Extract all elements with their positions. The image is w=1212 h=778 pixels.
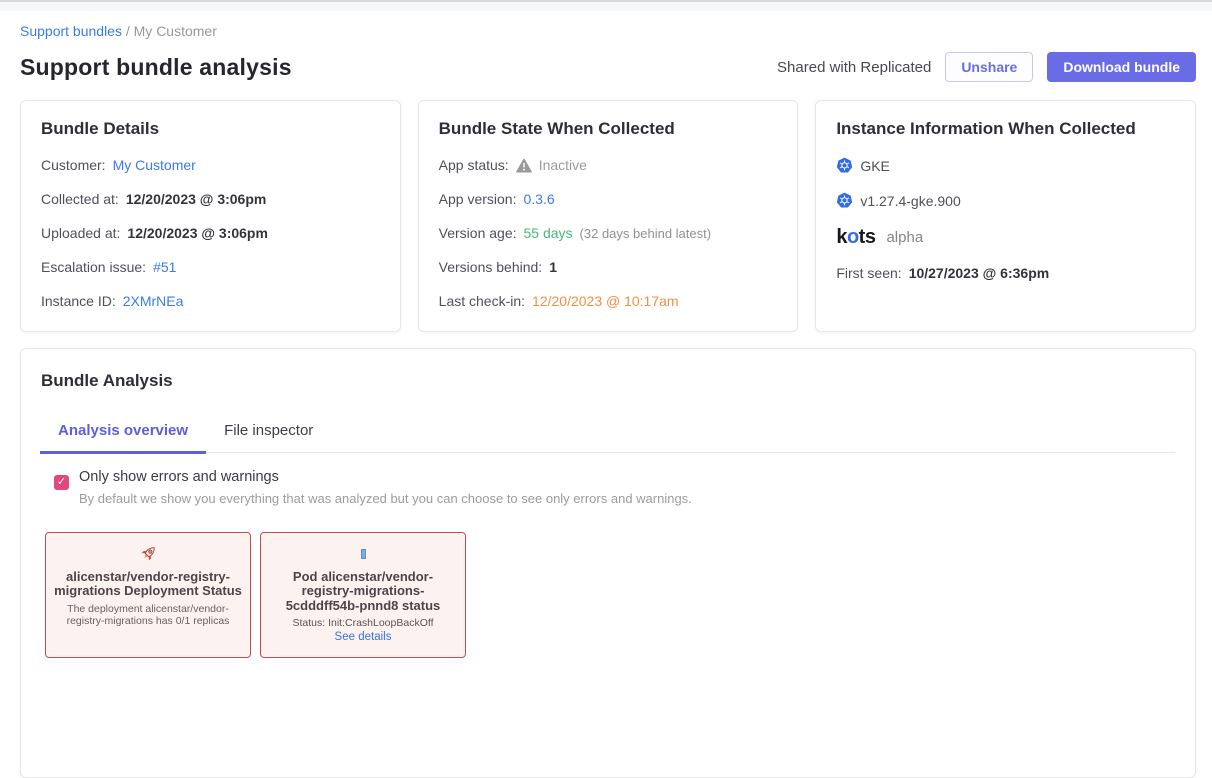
collected-at-row: Collected at: 12/20/2023 @ 3:06pm bbox=[41, 191, 380, 207]
customer-row: Customer: My Customer bbox=[41, 157, 380, 173]
kubernetes-icon bbox=[836, 157, 853, 174]
shared-status-text: Shared with Replicated bbox=[777, 59, 931, 76]
filter-label[interactable]: Only show errors and warnings bbox=[79, 469, 692, 485]
analysis-error-card-pod[interactable]: Pod alicenstar/vendor-registry-migration… bbox=[260, 532, 466, 658]
instance-id-row: Instance ID: 2XMrNEa bbox=[41, 293, 380, 309]
collected-at-label: Collected at: bbox=[41, 191, 119, 207]
escalation-issue-link[interactable]: #51 bbox=[153, 259, 176, 275]
first-seen-row: First seen: 10/27/2023 @ 6:36pm bbox=[836, 265, 1175, 281]
page-content: Support bundles / My Customer Support bu… bbox=[0, 11, 1212, 778]
page-title: Support bundle analysis bbox=[20, 54, 292, 81]
app-version-label: App version: bbox=[439, 191, 517, 207]
version-age-value: 55 days bbox=[524, 225, 573, 241]
k8s-version-value: v1.27.4-gke.900 bbox=[860, 193, 960, 209]
info-cards-row: Bundle Details Customer: My Customer Col… bbox=[20, 100, 1196, 332]
versions-behind-row: Versions behind: 1 bbox=[439, 259, 778, 275]
broken-image-icon bbox=[361, 543, 366, 565]
analysis-results: alicenstar/vendor-registry-migrations De… bbox=[45, 532, 1195, 658]
k8s-version-row: v1.27.4-gke.900 bbox=[836, 192, 1175, 209]
customer-label: Customer: bbox=[41, 157, 106, 173]
version-age-note: (32 days behind latest) bbox=[580, 226, 712, 241]
instance-info-card: Instance Information When Collected bbox=[815, 100, 1196, 332]
errors-warnings-checkbox[interactable]: ✓ bbox=[54, 475, 69, 490]
version-age-row: Version age: 55 days (32 days behind lat… bbox=[439, 225, 778, 241]
version-age-label: Version age: bbox=[439, 225, 517, 241]
analysis-error-card-deployment[interactable]: alicenstar/vendor-registry-migrations De… bbox=[45, 532, 251, 658]
filter-text-block: Only show errors and warnings By default… bbox=[79, 469, 692, 506]
breadcrumb-support-bundles-link[interactable]: Support bundles bbox=[20, 23, 122, 39]
tab-analysis-overview[interactable]: Analysis overview bbox=[40, 412, 206, 454]
app-status-row: App status: Inactive bbox=[439, 157, 778, 173]
app-version-row: App version: 0.3.6 bbox=[439, 191, 778, 207]
unshare-button[interactable]: Unshare bbox=[945, 52, 1033, 82]
last-checkin-label: Last check-in: bbox=[439, 293, 525, 309]
uploaded-at-label: Uploaded at: bbox=[41, 225, 120, 241]
warning-icon bbox=[516, 158, 532, 173]
breadcrumb: Support bundles / My Customer bbox=[20, 23, 1196, 39]
kots-channel: alpha bbox=[886, 229, 923, 246]
bundle-state-title: Bundle State When Collected bbox=[439, 119, 778, 139]
app-status-label: App status: bbox=[439, 157, 509, 173]
instance-info-title: Instance Information When Collected bbox=[836, 119, 1175, 139]
rocket-icon bbox=[138, 543, 158, 565]
collected-at-value: 12/20/2023 @ 3:06pm bbox=[126, 191, 267, 207]
first-seen-value: 10/27/2023 @ 6:36pm bbox=[909, 265, 1050, 281]
kubernetes-icon bbox=[836, 192, 853, 209]
escalation-issue-label: Escalation issue: bbox=[41, 259, 146, 275]
filter-description: By default we show you everything that w… bbox=[79, 491, 692, 506]
see-details-link[interactable]: See details bbox=[335, 631, 392, 643]
bundle-details-title: Bundle Details bbox=[41, 119, 380, 139]
download-bundle-button[interactable]: Download bundle bbox=[1047, 52, 1196, 82]
bundle-analysis-title: Bundle Analysis bbox=[41, 371, 1175, 391]
app-version-link[interactable]: 0.3.6 bbox=[523, 191, 554, 207]
first-seen-label: First seen: bbox=[836, 265, 901, 281]
error-card-title: Pod alicenstar/vendor-registry-migration… bbox=[269, 570, 457, 613]
instance-id-link[interactable]: 2XMrNEa bbox=[123, 293, 184, 309]
platform-row: GKE bbox=[836, 157, 1175, 174]
instance-id-label: Instance ID: bbox=[41, 293, 116, 309]
app-status-value: Inactive bbox=[539, 157, 587, 173]
last-checkin-row: Last check-in: 12/20/2023 @ 10:17am bbox=[439, 293, 778, 309]
page-header: Support bundle analysis Shared with Repl… bbox=[20, 52, 1196, 82]
errors-warnings-filter: ✓ Only show errors and warnings By defau… bbox=[54, 469, 1175, 506]
kots-row: kots alpha bbox=[836, 227, 1175, 247]
analysis-tabs: Analysis overview File inspector bbox=[40, 412, 1175, 453]
bundle-analysis-card: Bundle Analysis Analysis overview File i… bbox=[20, 348, 1196, 778]
bundle-details-card: Bundle Details Customer: My Customer Col… bbox=[20, 100, 401, 332]
last-checkin-value: 12/20/2023 @ 10:17am bbox=[532, 293, 679, 309]
kots-logo: kots bbox=[836, 227, 875, 247]
bundle-state-card: Bundle State When Collected App status: … bbox=[418, 100, 799, 332]
top-nav-edge bbox=[0, 0, 1212, 11]
platform-value: GKE bbox=[860, 158, 890, 174]
error-card-title: alicenstar/vendor-registry-migrations De… bbox=[54, 570, 242, 599]
escalation-issue-row: Escalation issue: #51 bbox=[41, 259, 380, 275]
error-card-status: Status: Init:CrashLoopBackOff bbox=[292, 617, 433, 629]
versions-behind-label: Versions behind: bbox=[439, 259, 543, 275]
header-actions: Shared with Replicated Unshare Download … bbox=[777, 52, 1196, 82]
uploaded-at-value: 12/20/2023 @ 3:06pm bbox=[127, 225, 268, 241]
error-card-description: The deployment alicenstar/vendor-registr… bbox=[54, 603, 242, 628]
uploaded-at-row: Uploaded at: 12/20/2023 @ 3:06pm bbox=[41, 225, 380, 241]
breadcrumb-separator: / bbox=[126, 23, 130, 39]
customer-link[interactable]: My Customer bbox=[113, 157, 196, 173]
tab-file-inspector[interactable]: File inspector bbox=[206, 412, 331, 454]
breadcrumb-current: My Customer bbox=[134, 23, 217, 39]
versions-behind-value: 1 bbox=[549, 259, 557, 275]
